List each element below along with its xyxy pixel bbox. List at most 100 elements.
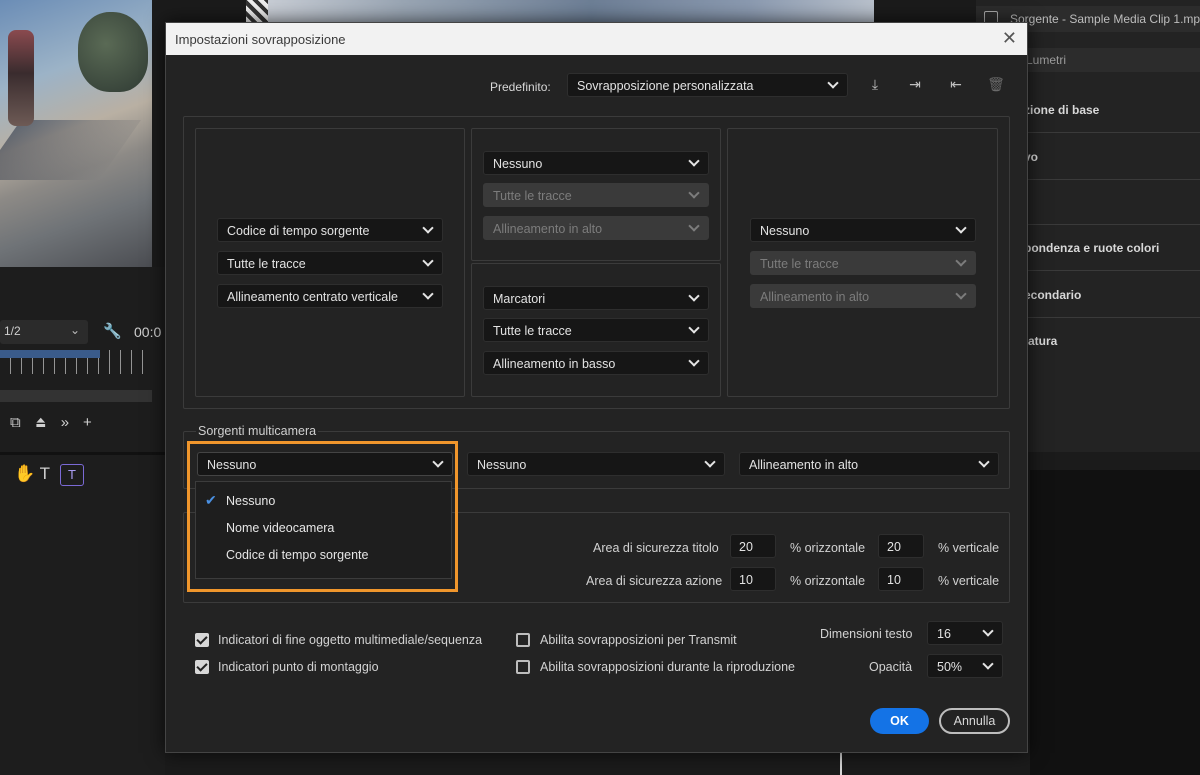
panel-field[interactable]: Lumetri (1016, 48, 1200, 72)
select-value: 16 (937, 627, 951, 641)
vertical-unit: % verticale (938, 541, 1000, 555)
section-divider (1024, 224, 1200, 225)
center-bottom-alignment-select[interactable]: Allineamento in basso (483, 351, 709, 375)
select-value: Tutte le tracce (493, 324, 572, 338)
right-alignment-select: Allineamento in alto (750, 284, 976, 308)
select-value: Allineamento in alto (493, 222, 603, 236)
ok-button[interactable]: OK (870, 708, 929, 734)
panel-divider (0, 452, 165, 455)
select-value: Allineamento in alto (760, 290, 870, 304)
chevron-down-icon: ⌄ (69, 323, 80, 337)
select-value: Allineamento in basso (493, 357, 616, 371)
select-value: Marcatori (493, 292, 546, 306)
import-preset-icon[interactable]: ⇥ (905, 76, 925, 93)
multicam-alignment-select[interactable]: Allineamento in alto (739, 452, 999, 476)
select-value: Tutte le tracce (760, 257, 839, 271)
edit-points-checkbox[interactable] (195, 660, 209, 674)
left-alignment-select[interactable]: Allineamento centrato verticale (217, 284, 443, 308)
chevron-down-icon (955, 222, 967, 234)
horizontal-unit: % orizzontale (790, 574, 866, 588)
preset-value: Sovrapposizione personalizzata (577, 79, 754, 93)
chevron-down-icon (827, 77, 839, 89)
end-markers-label: Indicatori di fine oggetto multimediale/… (218, 633, 483, 647)
wrench-icon[interactable]: 🔧 (103, 322, 122, 340)
dialog-titlebar: Impostazioni sovrapposizione ✕ (166, 23, 1027, 55)
tools-panel[interactable]: ✋ TT (14, 464, 84, 486)
playback-label: Abilita sovrapposizioni durante la ripro… (540, 660, 796, 674)
hand-tool-icon[interactable]: ✋ (14, 464, 35, 483)
text-size-label: Dimensioni testo (820, 627, 913, 641)
playback-checkbox[interactable] (516, 660, 530, 674)
panel-title: Sorgente - Sample Media Clip 1.mp (1010, 12, 1200, 26)
action-safe-label: Area di sicurezza azione (586, 574, 723, 588)
center-top-track-select: Tutte le tracce (483, 183, 709, 207)
center-top-source-select[interactable]: Nessuno (483, 151, 709, 175)
select-value: Nessuno (760, 224, 810, 238)
edit-points-label: Indicatori punto di montaggio (218, 660, 379, 674)
multicam-second-select[interactable]: Nessuno (467, 452, 725, 476)
transmit-checkbox[interactable] (516, 633, 530, 647)
horizontal-unit: % orizzontale (790, 541, 866, 555)
select-value: 50% (937, 660, 963, 674)
close-icon[interactable]: ✕ (1002, 28, 1017, 49)
section-vignette[interactable]: tatura (1024, 334, 1200, 348)
select-value: Nessuno (493, 157, 543, 171)
chevron-down-icon (704, 456, 716, 468)
section-secondary[interactable]: econdario (1024, 288, 1200, 302)
title-safe-horizontal-input[interactable]: 20 (730, 534, 776, 558)
opacity-select[interactable]: 50% (927, 654, 1003, 678)
type-tool-icon[interactable]: T (40, 464, 50, 483)
chevron-down-icon (688, 355, 700, 367)
center-top-alignment-select: Allineamento in alto (483, 216, 709, 240)
chevron-down-icon (422, 222, 434, 234)
delete-preset-icon: 🗑 (987, 76, 1005, 92)
export-preset-icon[interactable]: ⇤ (946, 76, 966, 93)
chevron-down-icon (955, 255, 967, 267)
chevron-down-icon (688, 155, 700, 167)
chevron-down-icon (982, 658, 994, 670)
center-bottom-track-select[interactable]: Tutte le tracce (483, 318, 709, 342)
select-value: Allineamento centrato verticale (227, 290, 398, 304)
title-safe-vertical-input[interactable]: 20 (878, 534, 924, 558)
timecode: 00:0 (134, 324, 162, 340)
zoom-value: 1/2 (4, 324, 21, 338)
chevron-down-icon (422, 255, 434, 267)
chevron-down-icon (955, 288, 967, 300)
source-monitor-video (246, 0, 874, 22)
monitor-scrollbar[interactable] (0, 390, 152, 402)
select-value: Tutte le tracce (493, 189, 572, 203)
left-track-select[interactable]: Tutte le tracce (217, 251, 443, 275)
select-value: Nessuno (477, 458, 527, 472)
save-preset-icon[interactable]: ⤓ (865, 76, 885, 93)
opacity-label: Opacità (869, 660, 913, 674)
section-creative[interactable]: vo (1024, 150, 1200, 164)
right-source-select[interactable]: Nessuno (750, 218, 976, 242)
preset-select[interactable]: Sovrapposizione personalizzata (567, 73, 848, 97)
chevron-down-icon (978, 456, 990, 468)
timeline-playhead (840, 752, 842, 775)
select-value: Tutte le tracce (227, 257, 306, 271)
cancel-button[interactable]: Annulla (939, 708, 1010, 734)
multicam-legend: Sorgenti multicamera (196, 424, 319, 438)
transport-controls[interactable]: ⧉⏏»+ (10, 414, 106, 431)
end-markers-checkbox[interactable] (195, 633, 209, 647)
text-size-select[interactable]: 16 (927, 621, 1003, 645)
zoom-select[interactable]: 1/2 ⌄ (0, 320, 88, 344)
chevron-down-icon (422, 288, 434, 300)
select-value: Allineamento in alto (749, 458, 859, 472)
action-safe-vertical-input[interactable]: 10 (878, 567, 924, 591)
overlay-settings-dialog: Impostazioni sovrapposizione ✕ Predefini… (165, 22, 1028, 753)
selected-tool-icon[interactable]: T (59, 464, 84, 486)
section-color-wheels[interactable]: pondenza e ruote colori (1024, 241, 1200, 255)
action-safe-horizontal-input[interactable]: 10 (730, 567, 776, 591)
dialog-title: Impostazioni sovrapposizione (175, 32, 346, 47)
center-bottom-source-select[interactable]: Marcatori (483, 286, 709, 310)
section-basic[interactable]: zione di base (1024, 103, 1200, 117)
vertical-unit: % verticale (938, 574, 1000, 588)
chevron-down-icon (688, 220, 700, 232)
section-divider (1024, 132, 1200, 133)
section-divider (1024, 270, 1200, 271)
left-source-select[interactable]: Codice di tempo sorgente (217, 218, 443, 242)
chevron-down-icon (688, 322, 700, 334)
preset-label: Predefinito: (490, 80, 551, 94)
